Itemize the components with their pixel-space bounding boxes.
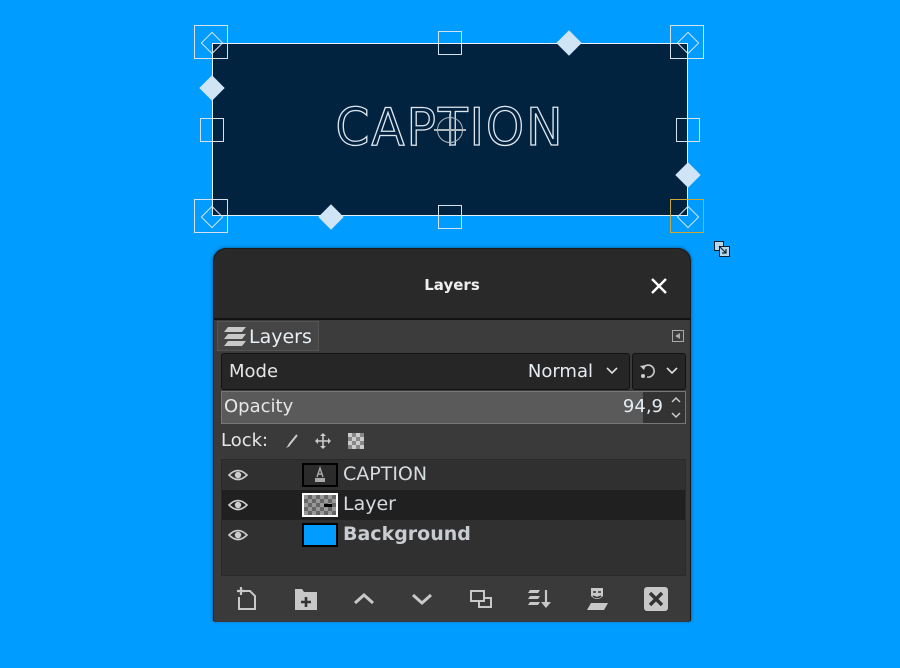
- edge-handle-right[interactable]: [676, 118, 700, 142]
- mode-label: Mode: [229, 361, 279, 382]
- opacity-stepper[interactable]: [667, 392, 685, 423]
- edge-handle-top[interactable]: [438, 31, 462, 55]
- layer-row-background[interactable]: Background: [222, 520, 685, 550]
- thumbnail-content: [324, 504, 332, 507]
- close-button[interactable]: [644, 271, 674, 301]
- duplicate-layer-button[interactable]: [467, 585, 495, 613]
- add-mask-button[interactable]: [583, 585, 611, 613]
- opacity-label: Opacity: [224, 396, 294, 417]
- close-icon: [651, 278, 667, 294]
- delete-icon: [644, 587, 668, 611]
- new-layer-button[interactable]: [233, 585, 261, 613]
- layers-stack-icon: [223, 326, 247, 348]
- dialog-title: Layers: [424, 276, 480, 294]
- lock-position-icon[interactable]: [314, 432, 332, 450]
- mode-value: Normal: [527, 361, 593, 382]
- step-down-icon: [671, 412, 681, 419]
- new-layer-icon: [237, 587, 256, 610]
- layers-toolbar: [221, 580, 686, 618]
- dock-tabstrip: Layers: [214, 320, 690, 352]
- layer-name: Layer: [343, 493, 396, 515]
- visibility-eye-icon[interactable]: [227, 497, 249, 511]
- opacity-value[interactable]: 94,9: [623, 396, 663, 417]
- pivot-handle[interactable]: [434, 114, 466, 146]
- lock-alpha-icon[interactable]: [347, 432, 365, 450]
- raise-layer-button[interactable]: [350, 585, 378, 613]
- lower-layer-button[interactable]: [408, 585, 436, 613]
- new-group-icon: [295, 589, 317, 610]
- duplicate-icon: [470, 590, 492, 608]
- chevron-up-icon: [354, 592, 374, 605]
- background-layer-thumbnail: [302, 523, 338, 547]
- composite-mode-dropdown[interactable]: [632, 353, 686, 390]
- edge-handle-bottom[interactable]: [438, 205, 462, 229]
- transparent-layer-thumbnail: [302, 493, 338, 517]
- layers-dialog: Layers Layers Mode Normal Opacity 94,9 L…: [213, 248, 691, 622]
- lock-label: Lock:: [221, 430, 269, 451]
- text-layer-thumbnail: [302, 463, 338, 487]
- visibility-eye-icon[interactable]: [227, 467, 249, 481]
- opacity-spinscale[interactable]: Opacity 94,9: [221, 391, 686, 424]
- chevron-down-icon: [412, 593, 432, 606]
- merge-down-icon: [528, 590, 551, 608]
- dialog-titlebar[interactable]: Layers: [214, 249, 690, 320]
- merge-down-button[interactable]: [525, 585, 553, 613]
- step-up-icon: [671, 396, 681, 403]
- tab-layers[interactable]: Layers: [217, 321, 319, 351]
- layer-row-layer[interactable]: Layer: [222, 490, 685, 520]
- chevron-down-icon: [665, 363, 679, 381]
- edge-handle-left[interactable]: [200, 118, 224, 142]
- layer-row-caption[interactable]: CAPTION: [222, 460, 685, 490]
- mode-dropdown[interactable]: Mode Normal: [221, 353, 630, 390]
- visibility-eye-icon[interactable]: [227, 527, 249, 541]
- layer-list: CAPTION Layer Background: [221, 459, 686, 576]
- tab-menu-icon[interactable]: [672, 330, 684, 342]
- layer-name: CAPTION: [343, 463, 428, 485]
- mask-icon: [587, 588, 608, 610]
- delete-layer-button[interactable]: [642, 585, 670, 613]
- tab-label: Layers: [249, 326, 312, 348]
- chevron-down-icon: [605, 363, 619, 381]
- composite-mode-icon: [639, 362, 655, 380]
- lock-pixels-icon[interactable]: [283, 432, 301, 450]
- new-layer-group-button[interactable]: [292, 585, 320, 613]
- layer-name: Background: [343, 523, 471, 545]
- resize-cursor-icon: [714, 241, 730, 257]
